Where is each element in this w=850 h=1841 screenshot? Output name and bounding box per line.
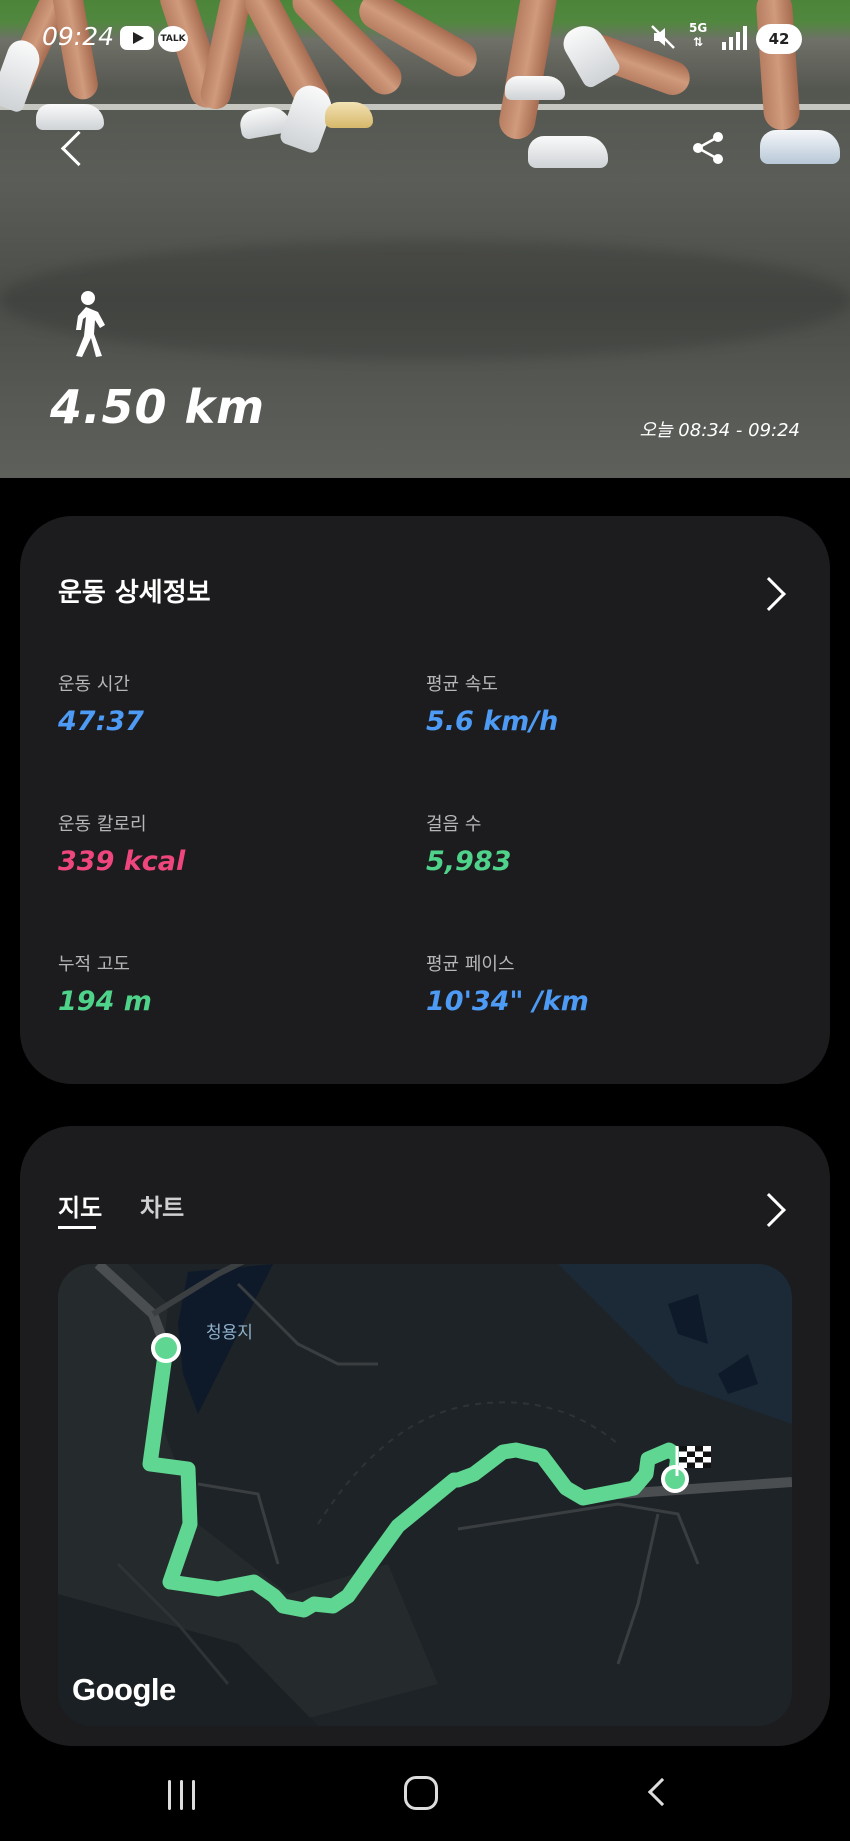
stat-label-elevation: 누적 고도 <box>58 954 130 975</box>
share-icon[interactable] <box>688 128 728 168</box>
back-button[interactable] <box>52 128 92 172</box>
status-bar: 09:24 TALK 5G ⇅ 42 <box>0 0 850 80</box>
stat-label-avg-speed: 평균 속도 <box>426 674 498 695</box>
photo-shoe <box>36 104 104 130</box>
workout-time-range: 오늘 08:34 - 09:24 <box>639 420 800 441</box>
map-canvas <box>58 1264 792 1726</box>
workout-details-card[interactable]: 운동 상세정보 운동 시간 47:37 평균 속도 5.6 km/h 운동 칼로… <box>20 516 830 1084</box>
stat-value-avg-pace: 10'34" /km <box>426 986 589 1017</box>
photo-shoe <box>760 130 840 164</box>
stat-label-calories: 운동 칼로리 <box>58 814 147 835</box>
stat-value-duration: 47:37 <box>58 706 144 737</box>
walk-icon <box>66 290 110 360</box>
battery-icon: 42 <box>756 24 802 54</box>
recent-apps-button[interactable] <box>168 1780 200 1810</box>
stat-label-duration: 운동 시간 <box>58 674 130 695</box>
stat-value-steps: 5,983 <box>426 846 512 877</box>
details-title: 운동 상세정보 <box>58 578 211 608</box>
kakaotalk-icon: TALK <box>158 26 188 52</box>
network-type-icon: 5G ⇅ <box>689 21 708 49</box>
map-place-label: 청용지 <box>206 1323 253 1343</box>
distance-value: 4.50 km <box>50 380 266 434</box>
photo-shoe <box>325 102 373 128</box>
stat-label-avg-pace: 평균 페이스 <box>426 954 515 975</box>
tab-map[interactable]: 지도 <box>58 1188 102 1223</box>
route-map-card: 지도 차트 청용지 Google <box>20 1126 830 1746</box>
stat-label-steps: 걸음 수 <box>426 814 482 835</box>
photo-shoe <box>528 136 608 168</box>
hero-banner: 09:24 TALK 5G ⇅ 42 4.50 km 오늘 08:34 - 09:… <box>0 0 850 478</box>
home-button[interactable] <box>404 1776 438 1810</box>
signal-icon <box>722 26 748 50</box>
chevron-right-icon[interactable] <box>752 1193 786 1227</box>
system-back-button[interactable] <box>647 1777 677 1807</box>
road-marking <box>0 104 850 110</box>
stat-value-calories: 339 kcal <box>58 846 186 877</box>
youtube-icon <box>120 26 154 50</box>
status-time: 09:24 <box>42 22 115 51</box>
route-end-marker <box>661 1465 689 1493</box>
stat-value-avg-speed: 5.6 km/h <box>426 706 559 737</box>
network-label: 5G <box>689 21 708 35</box>
stat-value-elevation: 194 m <box>58 986 152 1017</box>
google-logo: Google <box>72 1672 176 1707</box>
system-nav-bar <box>0 1746 850 1841</box>
photo-reflection <box>0 240 850 360</box>
tab-chart[interactable]: 차트 <box>140 1188 184 1223</box>
mute-icon <box>650 24 676 56</box>
route-map[interactable]: 청용지 Google <box>58 1264 792 1726</box>
chevron-right-icon[interactable] <box>752 577 786 611</box>
tab-selected-indicator <box>58 1226 96 1229</box>
route-start-marker <box>151 1333 181 1363</box>
